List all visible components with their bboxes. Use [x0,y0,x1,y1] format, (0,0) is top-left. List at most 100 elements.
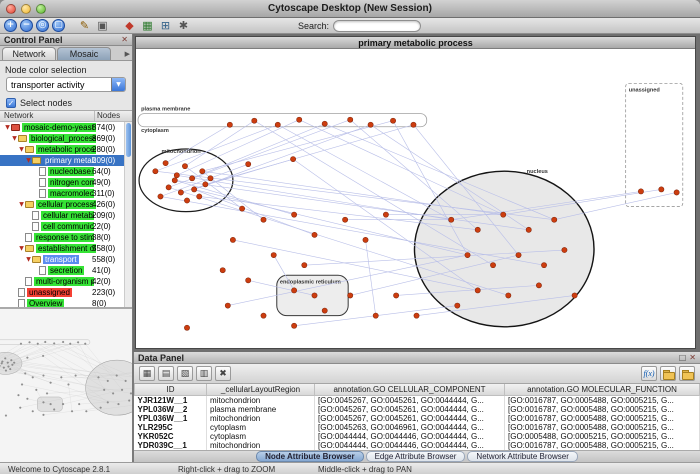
expander-icon[interactable]: ▼ [18,201,25,208]
tab-edge-attribute-browser[interactable]: Edge Attribute Browser [366,451,466,462]
network-node[interactable] [246,162,251,167]
network-node[interactable] [552,217,557,222]
expander-icon[interactable]: ▼ [18,245,25,252]
zoom-in-icon[interactable]: + [4,19,17,32]
network-node[interactable] [393,293,398,298]
network-node[interactable] [208,176,213,181]
tree-header-network[interactable]: Network [0,111,94,121]
node-color-dropdown[interactable]: transporter activity ▼ [6,77,126,92]
table-row[interactable]: YPL036W__2plasma membrane[GO:0045267, GO… [135,405,700,414]
expander-icon[interactable]: ▼ [11,135,18,142]
network-node[interactable] [191,187,196,192]
network-node[interactable] [363,237,368,242]
table-row[interactable]: YKR052Ccytoplasm[GO:0044444, GO:0044446,… [135,432,700,441]
network-node[interactable] [475,227,480,232]
table-row[interactable]: YJR121W__1mitochondrion[GO:0045267, GO:0… [135,395,700,405]
network-node[interactable] [197,194,202,199]
zoom-selected-icon[interactable]: ◎ [36,19,49,32]
import-attributes-icon[interactable] [660,366,676,381]
network-node[interactable] [562,247,567,252]
vizmapper-icon[interactable]: ◆ [122,19,137,33]
delete-attribute-icon[interactable]: ▥ [196,366,212,381]
network-node[interactable] [312,232,317,237]
zoom-out-icon[interactable]: − [20,19,33,32]
network-node[interactable] [312,293,317,298]
network-node[interactable] [674,190,679,195]
search-input[interactable] [333,20,421,32]
network-node[interactable] [271,252,276,257]
zoom-fit-icon[interactable]: ▢ [52,19,65,32]
tree-item-overview[interactable]: Overview8(0) [0,298,124,307]
network-node[interactable] [342,217,347,222]
network-node[interactable] [189,176,194,181]
network-node[interactable] [184,325,189,330]
network-node[interactable] [390,118,395,123]
export-attributes-icon[interactable] [679,366,695,381]
tree-item-multi-organism-pro[interactable]: multi-organism pro...42(0) [0,276,124,287]
network-node[interactable] [638,189,643,194]
annotation-icon[interactable]: ✎ [77,19,92,33]
tree-item-response-to-stimul[interactable]: response to stimul...38(0) [0,232,124,243]
network-node[interactable] [225,303,230,308]
network-node[interactable] [261,217,266,222]
tree-item-unassigned[interactable]: unassigned223(0) [0,287,124,298]
expander-icon[interactable]: ▼ [25,157,32,164]
tree-header-nodes[interactable]: Nodes [94,111,132,121]
tree-item-transport[interactable]: ▼transport558(0) [0,254,124,265]
network-node[interactable] [322,308,327,313]
network-node[interactable] [516,252,521,257]
data-panel-close-icon[interactable]: ✕ [689,354,696,362]
tree-item-cell-communica[interactable]: cell communica...22(0) [0,221,124,232]
tree-item-secretion[interactable]: secretion41(0) [0,265,124,276]
tree-item-cellular-process[interactable]: ▼cellular process426(0) [0,199,124,210]
network-node[interactable] [184,198,189,203]
network-node[interactable] [455,303,460,308]
network-node[interactable] [414,313,419,318]
tab-mosaic[interactable]: Mosaic [57,47,111,60]
tree-item-establishment-of-lo[interactable]: ▼establishment of lo...558(0) [0,243,124,254]
snapshot-icon[interactable]: ▣ [95,19,110,33]
network-view-titlebar[interactable]: primary metabolic process [136,37,695,49]
column-header-cellularlayoutregion[interactable]: _cellularLayoutRegion [207,384,315,395]
network-node[interactable] [322,121,327,126]
network-node[interactable] [275,122,280,127]
select-nodes-checkbox[interactable]: ✓ [6,98,16,108]
tree-item-macromolecule[interactable]: macromolecule...311(0) [0,188,124,199]
unselect-attributes-icon[interactable]: ▤ [158,366,174,381]
tab-node-attribute-browser[interactable]: Node Attribute Browser [256,451,364,462]
network-node[interactable] [490,263,495,268]
network-node[interactable] [261,313,266,318]
add-network-icon[interactable]: ⊞ [158,19,173,33]
control-panel-titlebar[interactable]: Control Panel ✕ [0,34,132,46]
network-node[interactable] [368,122,373,127]
tree-scrollbar[interactable] [124,122,132,307]
network-node[interactable] [239,206,244,211]
network-node[interactable] [465,252,470,257]
tree-item-nucleobase[interactable]: nucleobase...64(0) [0,166,124,177]
table-row[interactable]: YPL036W__1mitochondrion[GO:0045267, GO:0… [135,414,700,423]
control-panel-close-icon[interactable]: ✕ [121,36,128,44]
network-node[interactable] [506,293,511,298]
network-node[interactable] [158,194,163,199]
network-node[interactable] [153,169,158,174]
network-node[interactable] [163,161,168,166]
column-header-annotation-go-cellular-component[interactable]: annotation.GO CELLULAR_COMPONENT [315,384,505,395]
column-header-id[interactable]: ID [135,384,207,395]
network-node[interactable] [373,313,378,318]
dropdown-arrow-icon[interactable]: ▼ [111,78,125,91]
expander-icon[interactable]: ▼ [4,124,11,131]
network-node[interactable] [526,227,531,232]
network-node[interactable] [383,212,388,217]
network-node[interactable] [246,278,251,283]
network-node[interactable] [172,178,177,183]
network-canvas[interactable]: plasma membranecytoplasmmitochondrionnuc… [136,49,695,348]
trash-icon[interactable]: ✖ [215,366,231,381]
tab-scroll-right-icon[interactable]: ▶ [125,50,130,58]
formula-builder-icon[interactable]: f(x) [641,366,657,381]
column-header-annotation-go-molecular-function[interactable]: annotation.GO MOLECULAR_FUNCTION [505,384,700,395]
network-node[interactable] [572,293,577,298]
expander-icon[interactable]: ▼ [18,146,25,153]
tree-item-nitrogen-compo[interactable]: nitrogen compo...49(0) [0,177,124,188]
network-node[interactable] [297,117,302,122]
data-panel-titlebar[interactable]: Data Panel □ ✕ [134,352,700,364]
